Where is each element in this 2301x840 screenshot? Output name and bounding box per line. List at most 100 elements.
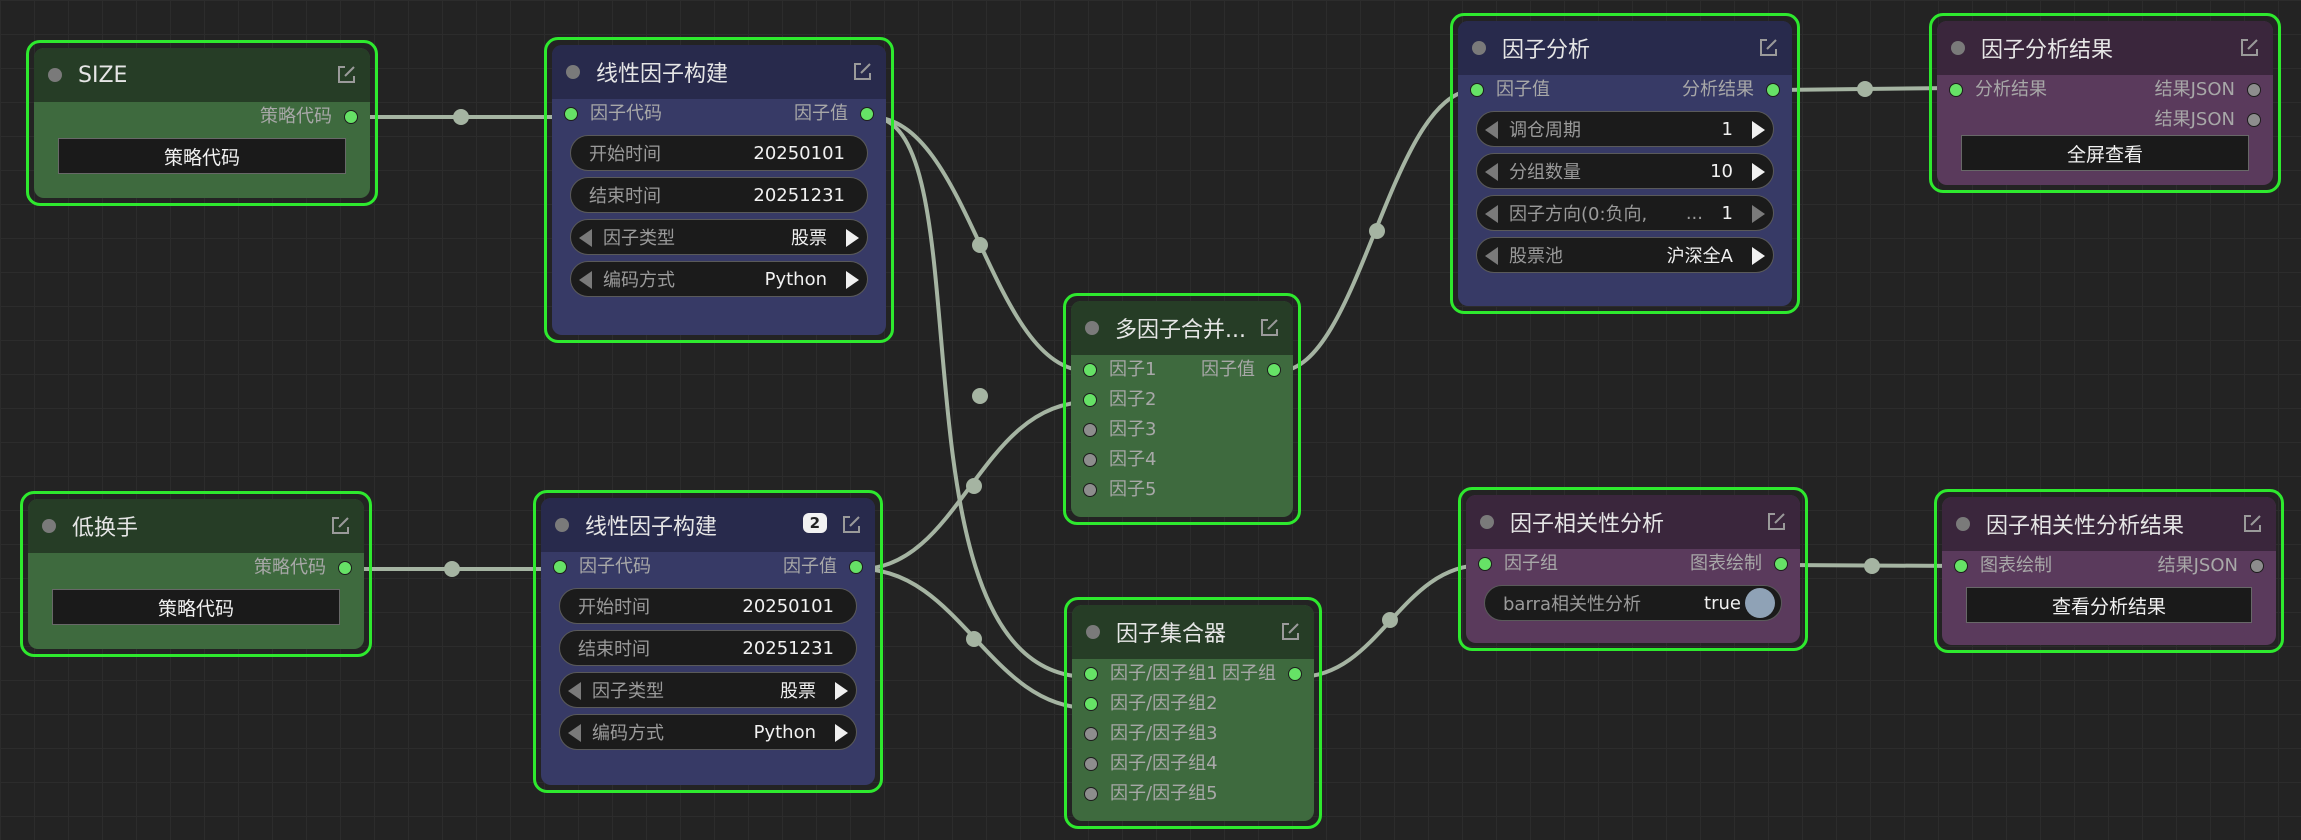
slot-dot[interactable] bbox=[1083, 363, 1097, 377]
output-slot-2[interactable]: 结果JSON bbox=[2155, 105, 2261, 135]
arrow-right-icon[interactable] bbox=[846, 271, 859, 289]
arrow-right-icon[interactable] bbox=[835, 724, 848, 742]
output-slot[interactable]: 因子值 bbox=[1201, 355, 1281, 385]
input-slot[interactable]: 分析结果 bbox=[1949, 75, 2047, 105]
group-count-stepper[interactable]: 分组数量 10 bbox=[1476, 153, 1774, 189]
slot-dot[interactable] bbox=[1470, 83, 1484, 97]
output-slot[interactable]: 策略代码 bbox=[260, 102, 358, 132]
factor-type-combo[interactable]: 因子类型 股票 bbox=[559, 672, 857, 708]
input-slot-1[interactable]: 因子1 bbox=[1083, 355, 1156, 385]
arrow-left-icon[interactable] bbox=[568, 682, 581, 700]
collapse-dot[interactable] bbox=[1956, 517, 1970, 531]
strategy-code-button[interactable]: 策略代码 bbox=[58, 138, 346, 174]
collapse-dot[interactable] bbox=[1951, 41, 1965, 55]
output-slot[interactable]: 策略代码 bbox=[254, 553, 352, 583]
arrow-right-icon[interactable] bbox=[1752, 247, 1765, 265]
slot-dot[interactable] bbox=[1083, 483, 1097, 497]
slot-dot[interactable] bbox=[2247, 83, 2261, 97]
edit-icon[interactable] bbox=[336, 65, 356, 85]
linear-factor-node-2[interactable]: 线性因子构建 2 因子代码 因子值 开始时间 20250101 结束时间 20251… bbox=[533, 490, 883, 793]
arrow-right-icon[interactable] bbox=[1752, 163, 1765, 181]
slot-dot[interactable] bbox=[1084, 727, 1098, 741]
slot-dot[interactable] bbox=[1083, 453, 1097, 467]
arrow-left-icon[interactable] bbox=[579, 271, 592, 289]
arrow-left-icon[interactable] bbox=[1485, 205, 1498, 223]
factor-correlation-node[interactable]: 因子相关性分析 因子组 图表绘制 barra相关性分析 true bbox=[1458, 487, 1808, 651]
slot-dot[interactable] bbox=[1949, 83, 1963, 97]
collapse-dot[interactable] bbox=[555, 518, 569, 532]
output-slot[interactable]: 结果JSON bbox=[2158, 551, 2264, 581]
slot-dot[interactable] bbox=[1084, 667, 1098, 681]
input-slot-1[interactable]: 因子/因子组1 bbox=[1084, 659, 1218, 689]
output-slot[interactable]: 因子值 bbox=[783, 552, 863, 582]
output-slot[interactable]: 因子值 bbox=[794, 99, 874, 129]
node-header[interactable]: 因子分析结果 bbox=[1937, 21, 2273, 75]
factor-type-combo[interactable]: 因子类型 股票 bbox=[570, 219, 868, 255]
arrow-left-icon[interactable] bbox=[1485, 121, 1498, 139]
input-slot[interactable]: 因子组 bbox=[1478, 549, 1558, 579]
output-slot-1[interactable]: 结果JSON bbox=[2155, 75, 2261, 105]
slot-dot[interactable] bbox=[564, 107, 578, 121]
input-slot[interactable]: 图表绘制 bbox=[1954, 551, 2052, 581]
slot-dot[interactable] bbox=[1267, 363, 1281, 377]
arrow-left-icon[interactable] bbox=[1485, 163, 1498, 181]
output-slot[interactable]: 分析结果 bbox=[1682, 75, 1780, 105]
input-slot[interactable]: 因子值 bbox=[1470, 75, 1550, 105]
slot-dot[interactable] bbox=[2247, 113, 2261, 127]
slot-dot[interactable] bbox=[344, 110, 358, 124]
node-header[interactable]: 低换手 bbox=[28, 499, 364, 553]
edit-icon[interactable] bbox=[330, 516, 350, 536]
edit-icon[interactable] bbox=[852, 62, 872, 82]
multi-factor-merge-node[interactable]: 多因子合并... 因子1 因子值 因子2 因子3 因子4 因子5 bbox=[1063, 293, 1301, 525]
input-slot-3[interactable]: 因子3 bbox=[1083, 415, 1156, 445]
slot-dot[interactable] bbox=[1954, 559, 1968, 573]
view-analysis-result-button[interactable]: 查看分析结果 bbox=[1966, 587, 2252, 623]
slot-dot[interactable] bbox=[1478, 557, 1492, 571]
node-header[interactable]: 因子相关性分析结果 bbox=[1942, 497, 2276, 551]
input-slot-5[interactable]: 因子/因子组5 bbox=[1084, 779, 1218, 809]
slot-dot[interactable] bbox=[2250, 559, 2264, 573]
input-slot-4[interactable]: 因子/因子组4 bbox=[1084, 749, 1218, 779]
edit-icon[interactable] bbox=[1280, 622, 1300, 642]
slot-dot[interactable] bbox=[1084, 757, 1098, 771]
output-slot[interactable]: 图表绘制 bbox=[1690, 549, 1788, 579]
factor-collector-node[interactable]: 因子集合器 因子/因子组1 因子组 因子/因子组2 因子/因子组3 因子/因子组… bbox=[1064, 597, 1322, 829]
collapse-dot[interactable] bbox=[1480, 515, 1494, 529]
slot-dot[interactable] bbox=[553, 560, 567, 574]
slot-dot[interactable] bbox=[1084, 787, 1098, 801]
node-header[interactable]: SIZE bbox=[34, 48, 370, 102]
slot-dot[interactable] bbox=[1766, 83, 1780, 97]
end-time-field[interactable]: 结束时间 20251231 bbox=[559, 630, 857, 666]
node-header[interactable]: 因子相关性分析 bbox=[1466, 495, 1800, 549]
slot-dot[interactable] bbox=[1083, 393, 1097, 407]
node-header[interactable]: 线性因子构建 2 bbox=[541, 498, 875, 552]
collapse-dot[interactable] bbox=[1472, 41, 1486, 55]
factor-analysis-node[interactable]: 因子分析 因子值 分析结果 调仓周期 1 分组数量 10 因子方向(0:负向,...… bbox=[1450, 13, 1800, 314]
factor-correlation-result-node[interactable]: 因子相关性分析结果 图表绘制 结果JSON 查看分析结果 bbox=[1934, 489, 2284, 653]
edit-icon[interactable] bbox=[841, 515, 861, 535]
encoding-combo[interactable]: 编码方式 Python bbox=[559, 714, 857, 750]
collapse-dot[interactable] bbox=[42, 519, 56, 533]
edit-icon[interactable] bbox=[1766, 512, 1786, 532]
slot-dot[interactable] bbox=[1774, 557, 1788, 571]
slot-dot[interactable] bbox=[1288, 667, 1302, 681]
collapse-dot[interactable] bbox=[566, 65, 580, 79]
input-slot-2[interactable]: 因子/因子组2 bbox=[1084, 689, 1218, 719]
slot-dot[interactable] bbox=[1083, 423, 1097, 437]
node-header[interactable]: 因子分析 bbox=[1458, 21, 1792, 75]
size-node[interactable]: SIZE 策略代码 策略代码 bbox=[26, 40, 378, 206]
arrow-right-icon[interactable] bbox=[835, 682, 848, 700]
input-slot[interactable]: 因子代码 bbox=[553, 552, 651, 582]
edit-icon[interactable] bbox=[1259, 318, 1279, 338]
slot-dot[interactable] bbox=[860, 107, 874, 121]
stock-pool-combo[interactable]: 股票池 沪深全A bbox=[1476, 237, 1774, 273]
low-turnover-node[interactable]: 低换手 策略代码 策略代码 bbox=[20, 491, 372, 657]
input-slot[interactable]: 因子代码 bbox=[564, 99, 662, 129]
encoding-combo[interactable]: 编码方式 Python bbox=[570, 261, 868, 297]
collapse-dot[interactable] bbox=[48, 68, 62, 82]
slot-dot[interactable] bbox=[338, 561, 352, 575]
output-slot[interactable]: 因子组 bbox=[1222, 659, 1302, 689]
factor-analysis-result-node[interactable]: 因子分析结果 分析结果 结果JSON 结果JSON 全屏查看 bbox=[1929, 13, 2281, 193]
arrow-left-icon[interactable] bbox=[579, 229, 592, 247]
arrow-left-icon[interactable] bbox=[568, 724, 581, 742]
